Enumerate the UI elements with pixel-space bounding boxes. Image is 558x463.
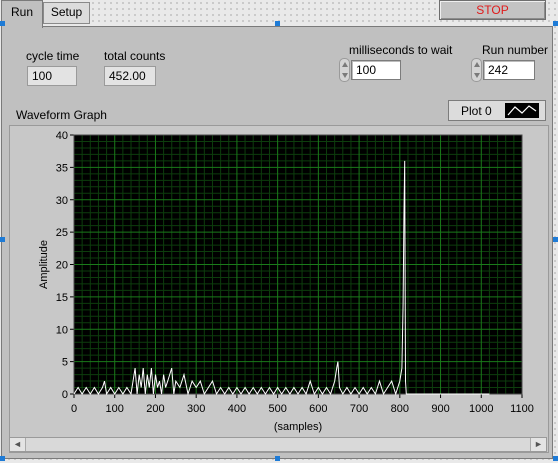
waveform-graph[interactable]: 0 100 200 300 400 500 600 700 800 900 1000 1100 0 5 10… xyxy=(0,0,558,463)
y-tick-label: 25 xyxy=(56,227,68,239)
selection-handle-ml[interactable] xyxy=(0,237,5,242)
x-tick-label: 700 xyxy=(350,403,368,415)
selection-handle-bl[interactable] xyxy=(0,456,5,461)
selection-handle-tr[interactable] xyxy=(553,21,558,26)
x-tick-label: 600 xyxy=(309,403,327,415)
selection-handle-br[interactable] xyxy=(553,456,558,461)
scroll-right-arrow-icon[interactable]: ► xyxy=(530,438,546,451)
x-tick-label: 300 xyxy=(187,403,205,415)
y-tick-label: 15 xyxy=(56,292,68,304)
x-tick-label: 100 xyxy=(106,403,124,415)
y-tick-label: 40 xyxy=(56,130,68,142)
selection-handle-tl[interactable] xyxy=(0,21,5,26)
selection-handle-tc[interactable] xyxy=(275,21,280,26)
y-axis-label: Amplitude xyxy=(38,240,50,289)
y-tick-label: 0 xyxy=(62,389,68,401)
graph-scrollbar[interactable]: ◄ ► xyxy=(9,437,547,452)
x-tick-label: 200 xyxy=(146,403,164,415)
scroll-left-arrow-icon[interactable]: ◄ xyxy=(10,438,26,451)
y-tick-label: 35 xyxy=(56,162,68,174)
y-tick-label: 30 xyxy=(56,195,68,207)
selection-handle-mr[interactable] xyxy=(553,237,558,242)
x-axis-label: (samples) xyxy=(274,421,322,433)
x-tick-label: 1000 xyxy=(469,403,493,415)
y-tick-label: 10 xyxy=(56,324,68,336)
selection-handle-bc[interactable] xyxy=(275,456,280,461)
x-tick-label: 1100 xyxy=(510,403,534,415)
y-tick-label: 5 xyxy=(62,357,68,369)
x-tick-label: 500 xyxy=(268,403,286,415)
x-tick-label: 0 xyxy=(71,403,77,415)
x-tick-label: 800 xyxy=(391,403,409,415)
y-tick-label: 20 xyxy=(56,260,68,272)
x-tick-label: 900 xyxy=(431,403,449,415)
x-tick-label: 400 xyxy=(228,403,246,415)
